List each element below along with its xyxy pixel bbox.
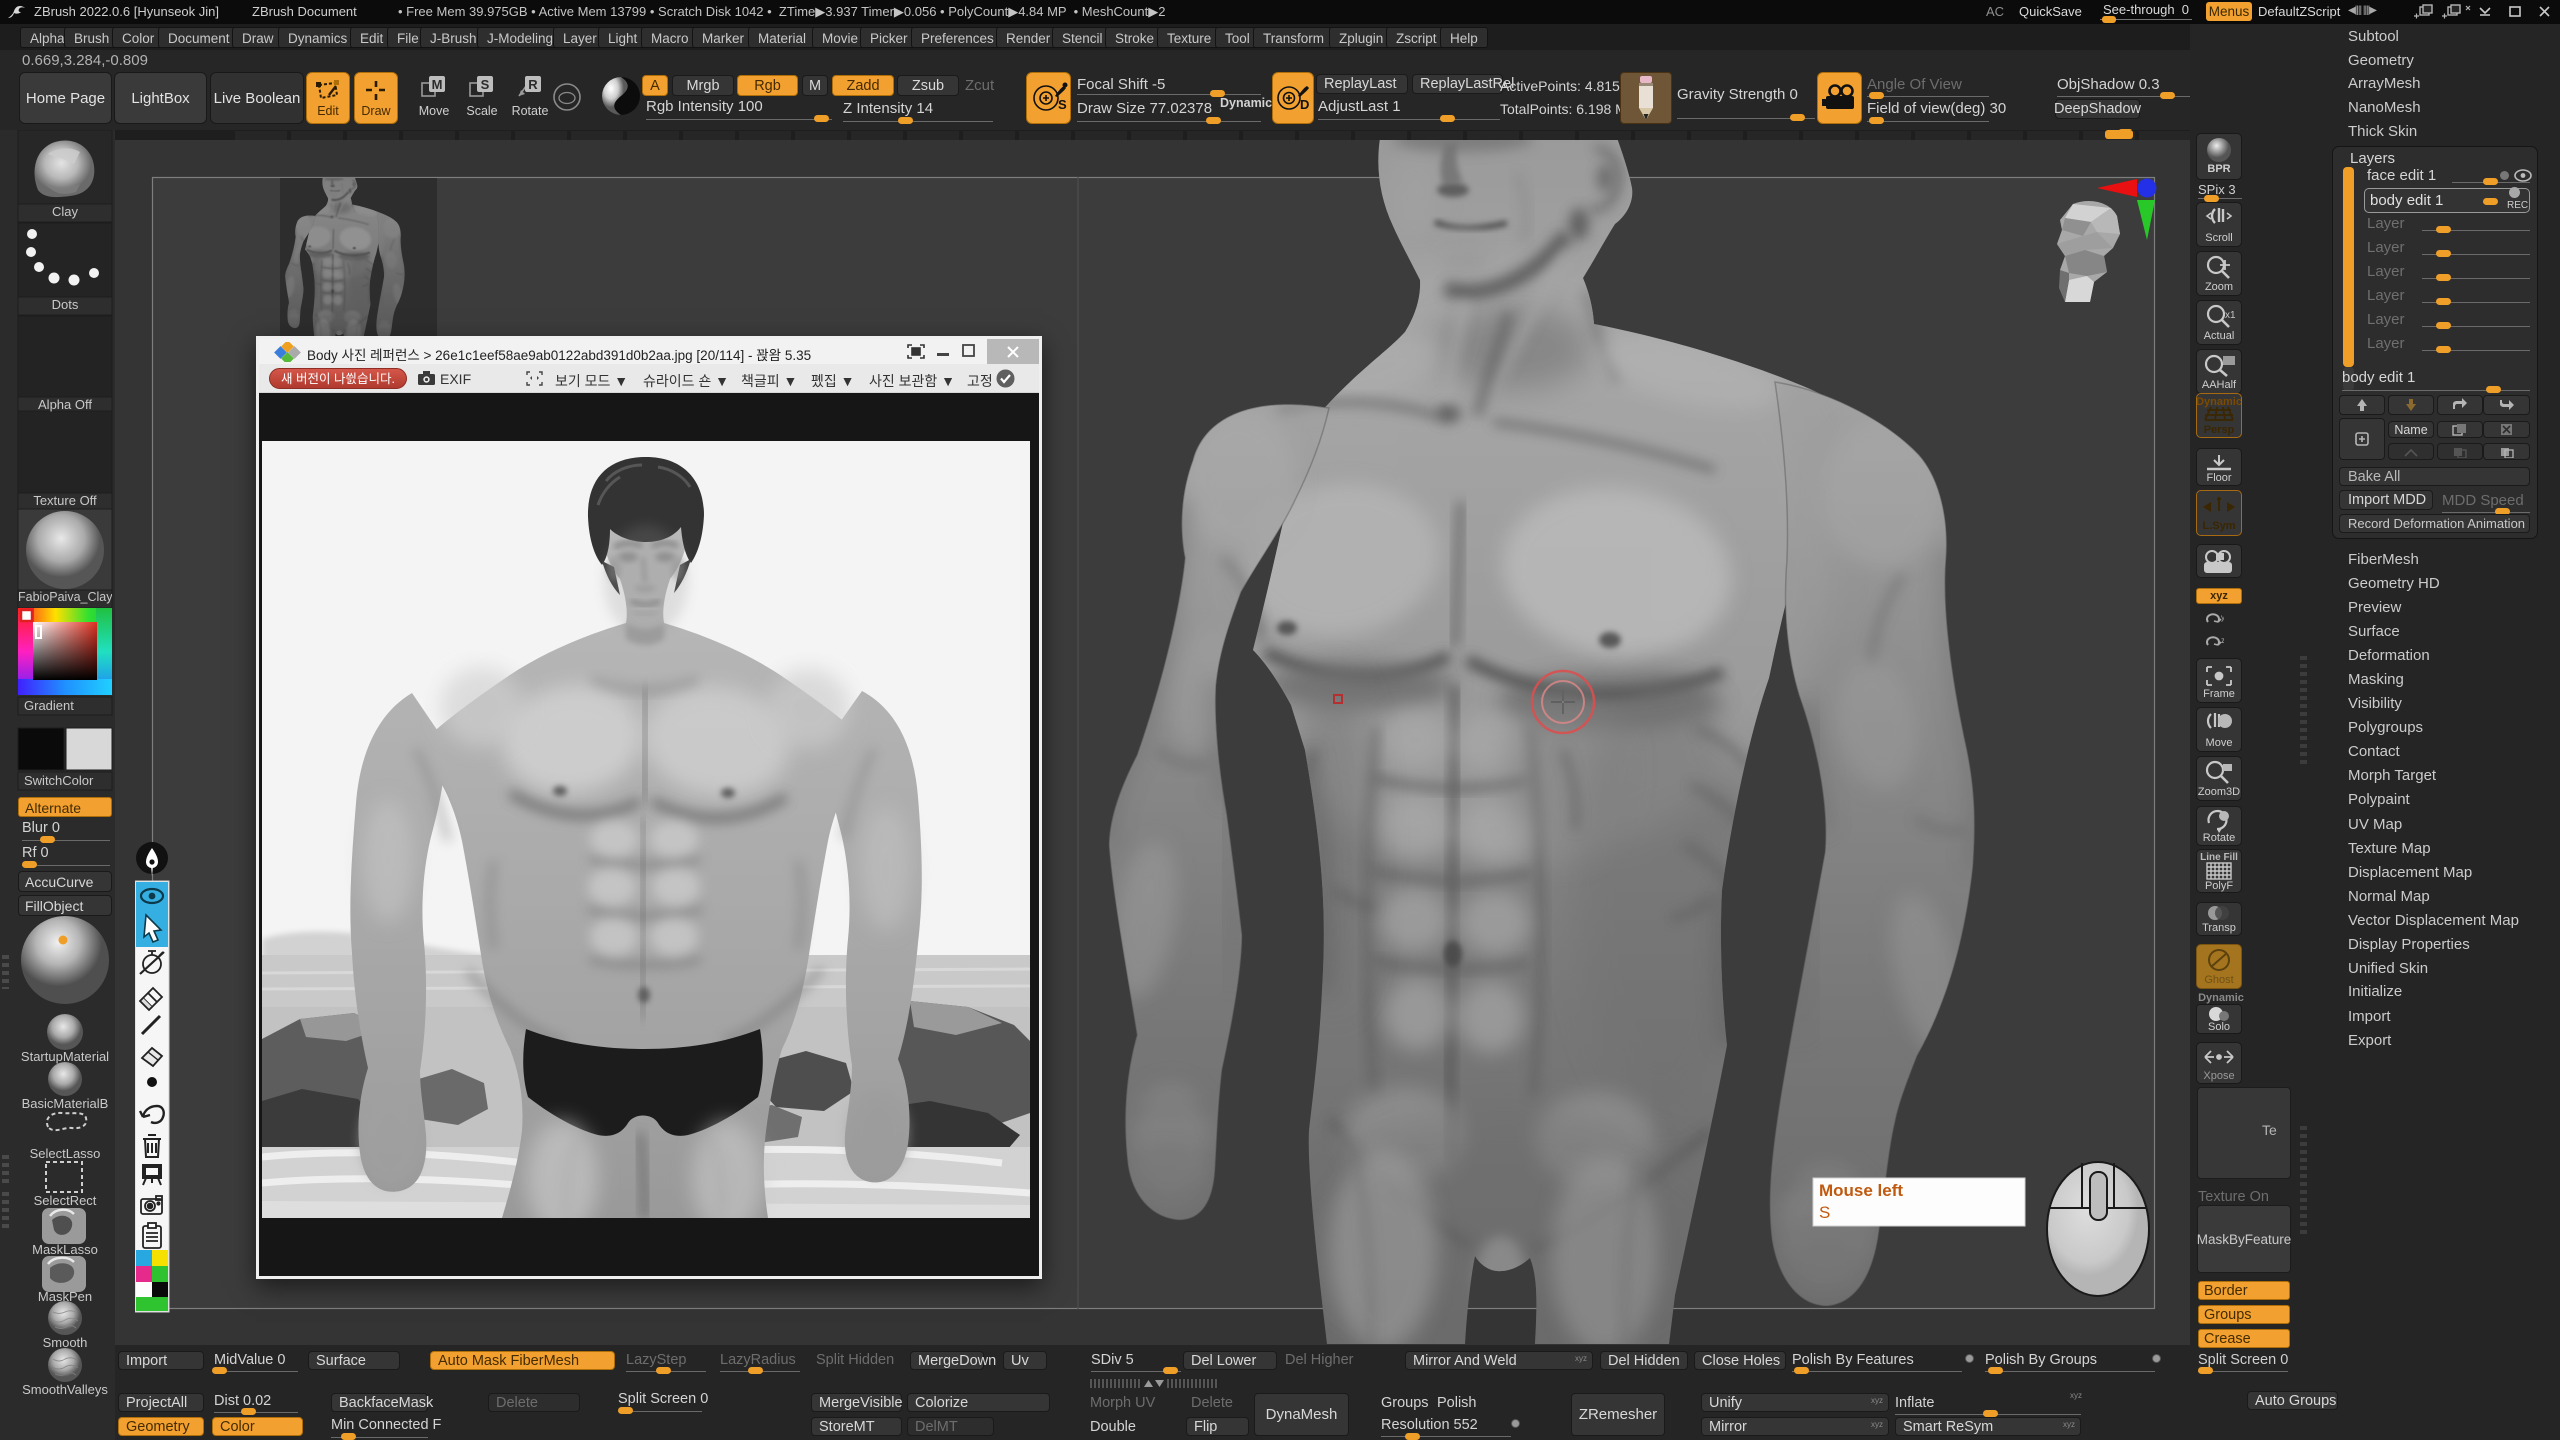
- svg-text:Transp: Transp: [2202, 922, 2236, 934]
- svg-text:S: S: [1058, 97, 1067, 112]
- svg-text:PolyF: PolyF: [2205, 880, 2233, 892]
- svg-text:Dynamic: Dynamic: [2197, 396, 2241, 408]
- svg-text:Rotate: Rotate: [2203, 832, 2235, 844]
- svg-text:M: M: [432, 77, 443, 92]
- svg-text:y: y: [2221, 613, 2224, 622]
- svg-text:x1: x1: [2225, 310, 2236, 321]
- svg-text:AAHalf: AAHalf: [2202, 379, 2237, 391]
- svg-text:BPR: BPR: [2207, 163, 2230, 175]
- svg-text:Persp: Persp: [2204, 424, 2235, 436]
- svg-text:Ghost: Ghost: [2204, 974, 2233, 986]
- svg-text:D: D: [1300, 97, 1309, 112]
- svg-text:Line Fill: Line Fill: [2200, 852, 2238, 863]
- svg-text:S: S: [1819, 1203, 1830, 1222]
- svg-text:Frame: Frame: [2203, 688, 2235, 700]
- svg-text:Solo: Solo: [2208, 1021, 2230, 1033]
- svg-text:L.Sym: L.Sym: [2202, 520, 2235, 532]
- svg-text:Mouse left: Mouse left: [1819, 1181, 1903, 1200]
- svg-text:R: R: [528, 77, 538, 92]
- svg-text:Floor: Floor: [2206, 472, 2231, 484]
- svg-text:S: S: [481, 77, 490, 92]
- svg-text:z: z: [2221, 636, 2224, 645]
- svg-text:Scroll: Scroll: [2205, 232, 2233, 244]
- svg-text:Zoom: Zoom: [2205, 281, 2233, 293]
- svg-text:Actual: Actual: [2204, 330, 2235, 342]
- svg-text:Zoom3D: Zoom3D: [2198, 786, 2240, 798]
- svg-text:Move: Move: [2206, 737, 2233, 749]
- svg-text:Xpose: Xpose: [2203, 1070, 2234, 1082]
